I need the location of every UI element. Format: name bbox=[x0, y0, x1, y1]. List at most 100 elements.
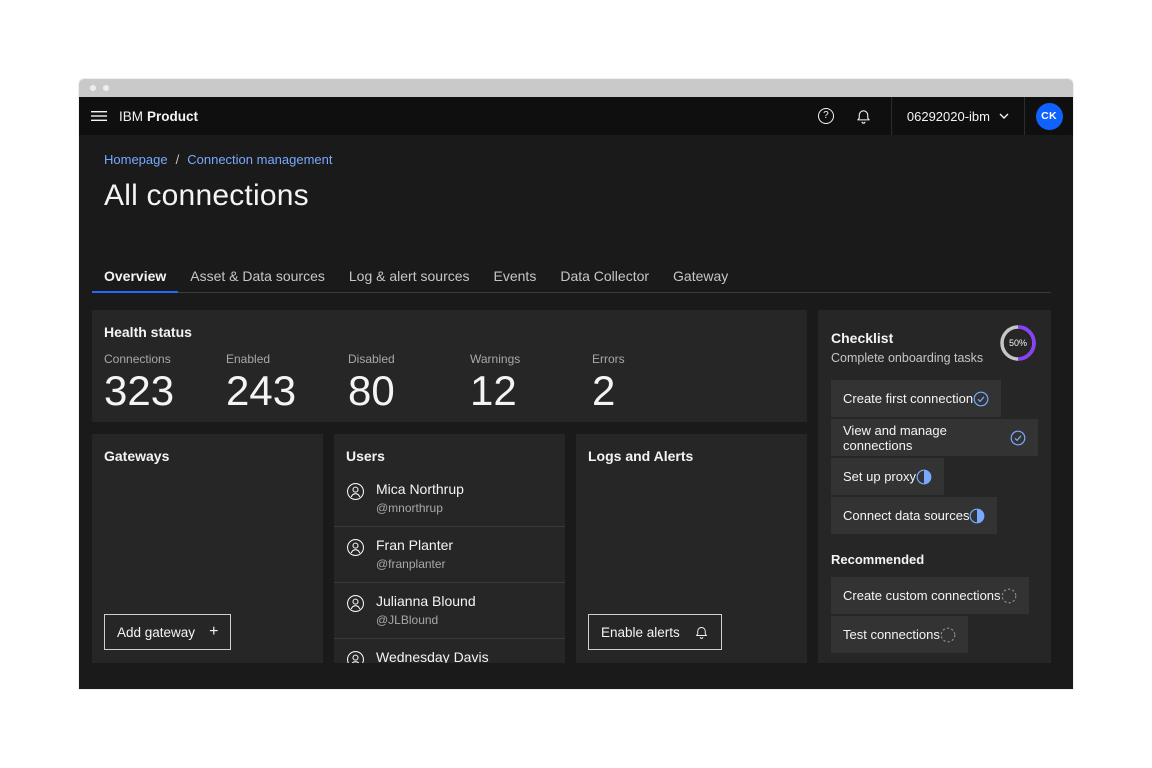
checklist-item-label: Create custom connections bbox=[843, 588, 1001, 603]
user-avatar-button[interactable]: CK bbox=[1025, 97, 1073, 135]
health-status-card: Health status Connections 323 Enabled 24… bbox=[92, 310, 807, 422]
tab-bar: Overview Asset & Data sources Log & aler… bbox=[92, 262, 1051, 293]
checklist-status-icon bbox=[1001, 588, 1017, 604]
user-avatar-icon bbox=[346, 538, 365, 562]
window-titlebar bbox=[79, 79, 1073, 97]
checklist-header: Checklist Complete onboarding tasks 50% bbox=[831, 323, 1038, 365]
tab[interactable]: Asset & Data sources bbox=[178, 262, 337, 293]
user-avatar-icon bbox=[346, 594, 365, 618]
tab[interactable]: Events bbox=[482, 262, 549, 293]
health-stat: Connections 323 bbox=[104, 352, 226, 413]
recommended-heading: Recommended bbox=[831, 552, 1038, 567]
main-content: Homepage / Connection management / All c… bbox=[79, 135, 1073, 689]
gateways-card: Gateways Add gateway + bbox=[92, 434, 323, 663]
tab-label: Log & alert sources bbox=[349, 268, 470, 284]
page-title: All connections bbox=[104, 179, 1051, 213]
user-avatar-icon bbox=[346, 650, 365, 663]
hamburger-menu-button[interactable] bbox=[79, 97, 119, 135]
checklist-item-label: Test connections bbox=[843, 627, 940, 642]
brand-name: Product bbox=[147, 109, 198, 124]
health-stat: Disabled 80 bbox=[348, 352, 470, 413]
checklist-item[interactable]: Create first connection bbox=[831, 380, 1001, 417]
empty-state bbox=[588, 464, 795, 614]
top-header: IBM Product ? 06292020-ibm CK bbox=[79, 97, 1073, 135]
user-list-item[interactable]: Wednesday Davis @wdavis bbox=[334, 639, 565, 663]
users-card: Users Mica Northrup @mnorthrup bbox=[334, 434, 565, 663]
add-gateway-label: Add gateway bbox=[117, 625, 195, 640]
health-stat: Enabled 243 bbox=[226, 352, 348, 413]
breadcrumb-separator: / bbox=[176, 152, 180, 167]
account-switcher[interactable]: 06292020-ibm bbox=[891, 97, 1025, 135]
tab-label: Overview bbox=[104, 268, 166, 284]
card-title: Logs and Alerts bbox=[588, 448, 795, 464]
user-name: Julianna Blound bbox=[376, 593, 476, 609]
bell-icon bbox=[694, 625, 709, 640]
stat-label: Errors bbox=[592, 352, 714, 366]
checklist-subtitle: Complete onboarding tasks bbox=[831, 351, 983, 365]
checklist-status-icon bbox=[940, 627, 956, 643]
user-list-item[interactable]: Julianna Blound @JLBlound bbox=[334, 583, 565, 639]
brand[interactable]: IBM Product bbox=[119, 109, 198, 124]
checklist-item[interactable]: View and manage connections bbox=[831, 419, 1038, 456]
tab[interactable]: Overview bbox=[92, 262, 178, 293]
enable-alerts-label: Enable alerts bbox=[601, 625, 680, 640]
chevron-down-icon bbox=[999, 113, 1009, 119]
stat-value: 12 bbox=[470, 369, 592, 413]
bell-icon bbox=[855, 108, 872, 125]
account-name: 06292020-ibm bbox=[907, 109, 990, 124]
tab-label: Data Collector bbox=[560, 268, 649, 284]
progress-ring: 50% bbox=[998, 323, 1038, 363]
window-control-dot[interactable] bbox=[103, 85, 109, 91]
app-shell: IBM Product ? 06292020-ibm CK bbox=[79, 97, 1073, 689]
checklist-item[interactable]: Set up proxy bbox=[831, 458, 944, 495]
brand-prefix: IBM bbox=[119, 109, 143, 124]
tab-label: Asset & Data sources bbox=[190, 268, 325, 284]
checklist-status-icon bbox=[973, 391, 989, 407]
header-actions: ? 06292020-ibm CK bbox=[807, 97, 1073, 135]
user-name: Wednesday Davis bbox=[376, 649, 489, 663]
checklist-item[interactable]: Test connections bbox=[831, 616, 968, 653]
checklist-status-icon bbox=[969, 508, 985, 524]
user-handle: @mnorthrup bbox=[376, 501, 464, 515]
notifications-button[interactable] bbox=[845, 97, 883, 135]
tab[interactable]: Data Collector bbox=[548, 262, 661, 293]
stat-label: Enabled bbox=[226, 352, 348, 366]
checklist-item-label: Create first connection bbox=[843, 391, 973, 406]
recommended-items: Create custom connections Test connectio… bbox=[831, 577, 1038, 653]
user-name: Mica Northrup bbox=[376, 481, 464, 497]
stat-label: Warnings bbox=[470, 352, 592, 366]
breadcrumb-link[interactable]: Connection management bbox=[187, 152, 332, 167]
logs-alerts-card: Logs and Alerts Enable alerts bbox=[576, 434, 807, 663]
help-icon: ? bbox=[818, 108, 834, 124]
stat-value: 323 bbox=[104, 369, 226, 413]
tab[interactable]: Log & alert sources bbox=[337, 262, 482, 293]
window-control-dot[interactable] bbox=[90, 85, 96, 91]
progress-percent-label: 50% bbox=[1009, 338, 1027, 348]
breadcrumb-link[interactable]: Homepage bbox=[104, 152, 168, 167]
add-gateway-button[interactable]: Add gateway + bbox=[104, 614, 231, 650]
checklist-status-icon bbox=[1010, 430, 1026, 446]
health-stats: Connections 323 Enabled 243 Disabled bbox=[104, 352, 795, 413]
user-list-item[interactable]: Fran Planter @franplanter bbox=[334, 527, 565, 583]
health-stat: Errors 2 bbox=[592, 352, 714, 413]
card-title: Health status bbox=[104, 324, 795, 340]
checklist-item[interactable]: Connect data sources bbox=[831, 497, 997, 534]
app-window: IBM Product ? 06292020-ibm CK bbox=[79, 79, 1073, 689]
user-list: Mica Northrup @mnorthrup Fran Plan bbox=[334, 471, 565, 663]
checklist-status-icon bbox=[916, 469, 932, 485]
tab-label: Gateway bbox=[673, 268, 728, 284]
enable-alerts-button[interactable]: Enable alerts bbox=[588, 614, 722, 650]
breadcrumb: Homepage / Connection management / bbox=[104, 152, 1051, 167]
tab[interactable]: Gateway bbox=[661, 262, 740, 293]
help-button[interactable]: ? bbox=[807, 97, 845, 135]
user-handle: @JLBlound bbox=[376, 613, 476, 627]
user-list-item[interactable]: Mica Northrup @mnorthrup bbox=[334, 471, 565, 527]
card-title: Users bbox=[334, 448, 565, 464]
checklist-item[interactable]: Create custom connections bbox=[831, 577, 1029, 614]
stat-value: 2 bbox=[592, 369, 714, 413]
breadcrumb-item: Homepage / bbox=[104, 152, 187, 167]
stat-label: Disabled bbox=[348, 352, 470, 366]
stat-value: 243 bbox=[226, 369, 348, 413]
breadcrumb-item: Connection management / bbox=[187, 152, 332, 167]
empty-state bbox=[104, 464, 311, 614]
